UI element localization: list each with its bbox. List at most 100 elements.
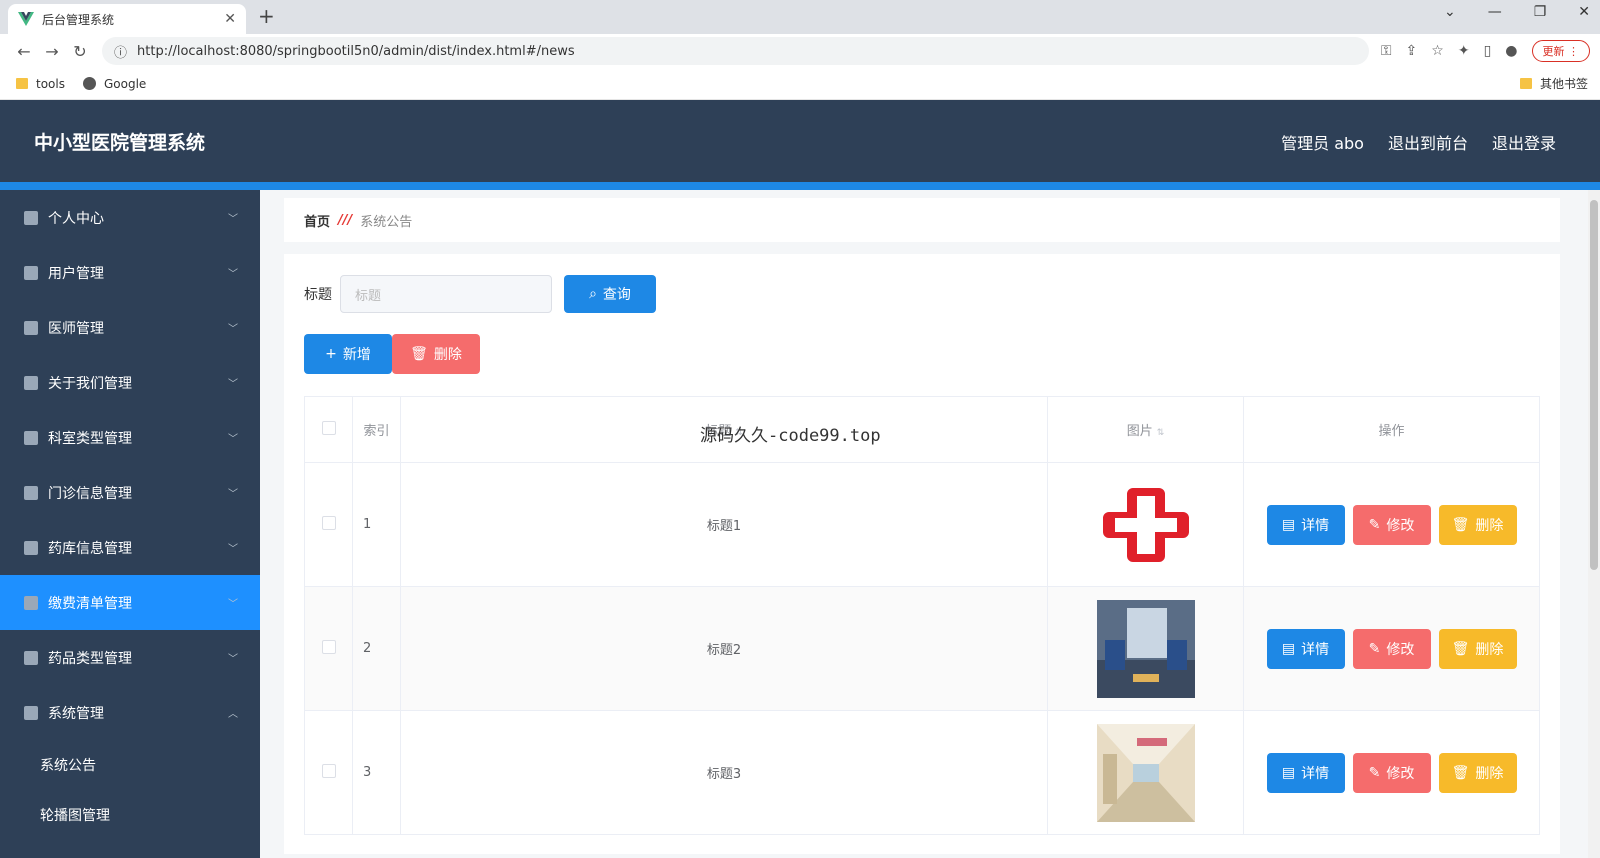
edit-button[interactable]: ✎ 修改 xyxy=(1352,628,1431,669)
update-button[interactable]: 更新 ⋮ xyxy=(1531,40,1590,62)
sidebar-item-label: 个人中心 xyxy=(48,210,104,227)
select-all-checkbox[interactable] xyxy=(321,420,336,435)
person-icon xyxy=(24,540,38,555)
new-tab-icon[interactable]: + xyxy=(258,4,275,28)
edit-label: 修改 xyxy=(1386,765,1415,782)
minimize-icon[interactable]: — xyxy=(1488,4,1502,20)
close-window-icon[interactable]: ✕ xyxy=(1578,4,1590,20)
row-checkbox[interactable] xyxy=(321,515,336,530)
sidebar-item-label: 缴费清单管理 xyxy=(48,595,132,612)
bookmark-google[interactable]: Google xyxy=(82,77,146,91)
search-input[interactable]: 标题 xyxy=(340,275,552,313)
row-title: 标题1 xyxy=(400,462,1048,587)
browser-tab[interactable]: 后台管理系统 ✕ xyxy=(8,4,246,34)
briefcase-icon xyxy=(24,320,38,335)
chevron-down-icon: ﹀ xyxy=(228,654,238,665)
row-ops-cell: ▤ 详情 ✎ 修改 🗑 删除 xyxy=(1243,462,1540,587)
chevron-up-icon: ︿ xyxy=(228,709,238,720)
tab-search-icon[interactable]: ⌄ xyxy=(1444,4,1456,20)
row-index: 3 xyxy=(352,710,401,835)
page-scrollbar[interactable] xyxy=(1588,190,1600,858)
delete-button[interactable]: 🗑 删除 xyxy=(1438,628,1517,669)
compass-icon xyxy=(24,375,38,390)
reload-icon[interactable]: ↻ xyxy=(66,42,94,61)
detail-button[interactable]: ▤ 详情 xyxy=(1266,752,1345,793)
crop-icon xyxy=(24,705,38,720)
select-all-cell xyxy=(304,396,353,463)
app-header: 中小型医院管理系统 管理员 abo 退出到前台 退出登录 xyxy=(0,100,1600,182)
sidebar-item-label: 药品类型管理 xyxy=(48,650,132,667)
chevron-down-icon: ﹀ xyxy=(228,269,238,280)
red-cross-image xyxy=(1096,475,1195,574)
url-input[interactable]: ⓘ http://localhost:8080/springbootil5n0/… xyxy=(102,37,1369,65)
scrollbar-thumb[interactable] xyxy=(1590,200,1598,570)
table-row: 3 标题3 ▤ 详情 ✎ 修改 🗑 删除 xyxy=(304,710,1540,835)
sidebar-item-label: 用户管理 xyxy=(48,265,104,282)
sidebar-item-label: 门诊信息管理 xyxy=(48,485,132,502)
chevron-down-icon: ﹀ xyxy=(228,599,238,610)
sidebar-item-profile[interactable]: 个人中心 ﹀ xyxy=(0,190,260,245)
profile-icon[interactable]: ● xyxy=(1505,43,1517,59)
back-icon[interactable]: ← xyxy=(10,42,38,61)
card-icon xyxy=(24,595,38,610)
star-icon[interactable]: ☆ xyxy=(1431,43,1444,59)
col-image-label: 图片 xyxy=(1126,424,1153,439)
key-icon[interactable]: ⚿ xyxy=(1381,43,1392,59)
delete-button[interactable]: 🗑 删除 xyxy=(1438,752,1517,793)
logout-link[interactable]: 退出登录 xyxy=(1492,130,1556,154)
sidebar-item-pharmacy[interactable]: 药库信息管理 ﹀ xyxy=(0,520,260,575)
sidebar-item-doctors[interactable]: 医师管理 ﹀ xyxy=(0,300,260,355)
update-label: 更新 xyxy=(1542,45,1565,58)
sidebar-item-drug-types[interactable]: 药品类型管理 ﹀ xyxy=(0,630,260,685)
exit-to-front-link[interactable]: 退出到前台 xyxy=(1388,130,1468,154)
users-icon xyxy=(24,265,38,280)
hospital-corridor-image xyxy=(1096,723,1195,822)
delete-button[interactable]: 🗑 删除 xyxy=(1438,504,1517,545)
forward-icon[interactable]: → xyxy=(38,42,66,61)
detail-button[interactable]: ▤ 详情 xyxy=(1266,504,1345,545)
user-icon xyxy=(24,210,38,225)
sidebar-item-label: 关于我们管理 xyxy=(48,375,132,392)
url-text: http://localhost:8080/springbootil5n0/ad… xyxy=(137,43,575,59)
batch-delete-button[interactable]: 🗑 删除 xyxy=(392,334,480,374)
sidebar-item-about[interactable]: 关于我们管理 ﹀ xyxy=(0,355,260,410)
edit-button[interactable]: ✎ 修改 xyxy=(1352,752,1431,793)
sort-icon[interactable]: ⇅ xyxy=(1157,428,1165,438)
row-checkbox[interactable] xyxy=(321,639,336,654)
admin-user-link[interactable]: 管理员 abo xyxy=(1281,130,1364,154)
bookmark-other[interactable]: 其他书签 xyxy=(1519,75,1588,92)
sidebar-item-clinic[interactable]: 门诊信息管理 ﹀ xyxy=(0,465,260,520)
breadcrumb-separator-icon: /// xyxy=(338,212,353,228)
row-checkbox[interactable] xyxy=(321,763,336,778)
row-ops-cell: ▤ 详情 ✎ 修改 🗑 删除 xyxy=(1243,710,1540,835)
col-image[interactable]: 图片 ⇅ xyxy=(1047,396,1244,463)
detail-label: 详情 xyxy=(1301,765,1330,782)
sidebar-subitem-announcements[interactable]: 系统公告 xyxy=(0,740,260,790)
folder-icon xyxy=(1519,78,1532,89)
waiting-room-image xyxy=(1096,599,1195,698)
sidebar-item-departments[interactable]: 科室类型管理 ﹀ xyxy=(0,410,260,465)
folder-icon xyxy=(16,78,28,89)
extensions-icon[interactable]: ✦ xyxy=(1458,43,1470,59)
breadcrumb-home[interactable]: 首页 xyxy=(304,211,330,230)
site-info-icon[interactable]: ⓘ xyxy=(114,42,127,61)
share-icon[interactable]: ⇪ xyxy=(1406,43,1418,59)
sidebar-item-users[interactable]: 用户管理 ﹀ xyxy=(0,245,260,300)
sidebar-subitem-carousel[interactable]: 轮播图管理 xyxy=(0,790,260,840)
bookmark-tools[interactable]: tools xyxy=(16,77,65,91)
detail-button[interactable]: ▤ 详情 xyxy=(1266,628,1345,669)
chevron-down-icon: ﹀ xyxy=(228,544,238,555)
query-button[interactable]: ⌕ 查询 xyxy=(564,275,656,313)
restore-icon[interactable]: ❐ xyxy=(1534,4,1547,20)
trash-icon: 🗑 xyxy=(1451,516,1470,533)
delete-label: 删除 xyxy=(433,347,462,363)
sidebar-item-system[interactable]: 系统管理 ︿ xyxy=(0,685,260,740)
tab-close-icon[interactable]: ✕ xyxy=(224,11,236,27)
sidebar-item-billing[interactable]: 缴费清单管理 ﹀ xyxy=(0,575,260,630)
table-row: 1 标题1 ▤ 详情 ✎ 修改 🗑 删除 xyxy=(304,462,1540,587)
add-button[interactable]: + 新增 xyxy=(304,334,392,374)
sidepanel-icon[interactable]: ▯ xyxy=(1484,43,1492,59)
chevron-down-icon: ﹀ xyxy=(228,434,238,445)
table-row: 2 标题2 ▤ 详情 ✎ 修改 🗑 删除 xyxy=(304,586,1540,711)
edit-button[interactable]: ✎ 修改 xyxy=(1352,504,1431,545)
